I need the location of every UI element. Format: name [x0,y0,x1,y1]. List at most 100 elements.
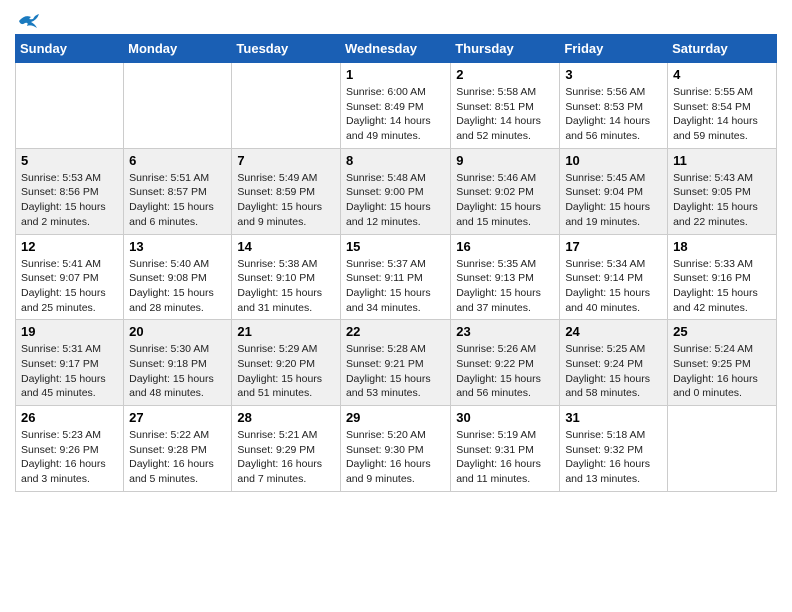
calendar-cell: 24 Sunrise: 5:25 AM Sunset: 9:24 PM Dayli… [560,320,668,406]
day-info: Sunrise: 6:00 AM Sunset: 8:49 PM Dayligh… [346,85,445,144]
calendar-cell: 9 Sunrise: 5:46 AM Sunset: 9:02 PM Daylig… [451,148,560,234]
calendar-cell: 10Sunrise: 5:45 AM Sunset: 9:04 PM Dayli… [560,148,668,234]
day-info: Sunrise: 5:33 AM Sunset: 9:16 PM Dayligh… [673,257,771,316]
day-header-sunday: Sunday [16,35,124,63]
calendar-week-row: 19 Sunrise: 5:31 AM Sunset: 9:17 PM Dayli… [16,320,777,406]
day-info: Sunrise: 5:51 AM Sunset: 8:57 PM Dayligh… [129,171,226,230]
day-number: 1 [346,67,445,82]
day-number: 26 [21,410,118,425]
day-number: 25 [673,324,771,339]
day-number: 14 [237,239,335,254]
calendar-cell: 5 Sunrise: 5:53 AM Sunset: 8:56 PM Daylig… [16,148,124,234]
calendar-cell [668,406,777,492]
day-info: Sunrise: 5:35 AM Sunset: 9:13 PM Dayligh… [456,257,554,316]
day-info: Sunrise: 5:25 AM Sunset: 9:24 PM Dayligh… [565,342,662,401]
day-info: Sunrise: 5:18 AM Sunset: 9:32 PM Dayligh… [565,428,662,487]
calendar-cell: 29 Sunrise: 5:20 AM Sunset: 9:30 PM Dayli… [340,406,450,492]
calendar-cell: 22Sunrise: 5:28 AM Sunset: 9:21 PM Dayli… [340,320,450,406]
day-number: 11 [673,153,771,168]
day-number: 30 [456,410,554,425]
day-number: 20 [129,324,226,339]
calendar-cell [232,63,341,149]
day-info: Sunrise: 5:21 AM Sunset: 9:29 PM Dayligh… [237,428,335,487]
day-header-saturday: Saturday [668,35,777,63]
day-info: Sunrise: 5:41 AM Sunset: 9:07 PM Dayligh… [21,257,118,316]
day-info: Sunrise: 5:43 AM Sunset: 9:05 PM Dayligh… [673,171,771,230]
calendar-cell: 16 Sunrise: 5:35 AM Sunset: 9:13 PM Dayli… [451,234,560,320]
day-info: Sunrise: 5:30 AM Sunset: 9:18 PM Dayligh… [129,342,226,401]
day-info: Sunrise: 5:58 AM Sunset: 8:51 PM Dayligh… [456,85,554,144]
day-info: Sunrise: 5:37 AM Sunset: 9:11 PM Dayligh… [346,257,445,316]
day-number: 3 [565,67,662,82]
day-info: Sunrise: 5:34 AM Sunset: 9:14 PM Dayligh… [565,257,662,316]
day-info: Sunrise: 5:22 AM Sunset: 9:28 PM Dayligh… [129,428,226,487]
calendar-header-row: SundayMondayTuesdayWednesdayThursdayFrid… [16,35,777,63]
calendar-cell: 8 Sunrise: 5:48 AM Sunset: 9:00 PM Daylig… [340,148,450,234]
calendar-week-row: 5 Sunrise: 5:53 AM Sunset: 8:56 PM Daylig… [16,148,777,234]
logo [15,10,39,26]
calendar-cell: 3 Sunrise: 5:56 AM Sunset: 8:53 PM Daylig… [560,63,668,149]
calendar-cell [124,63,232,149]
calendar-cell: 27 Sunrise: 5:22 AM Sunset: 9:28 PM Dayli… [124,406,232,492]
calendar-cell: 25 Sunrise: 5:24 AM Sunset: 9:25 PM Dayli… [668,320,777,406]
day-header-tuesday: Tuesday [232,35,341,63]
day-number: 21 [237,324,335,339]
day-number: 23 [456,324,554,339]
calendar-cell: 13Sunrise: 5:40 AM Sunset: 9:08 PM Dayli… [124,234,232,320]
day-number: 7 [237,153,335,168]
day-info: Sunrise: 5:23 AM Sunset: 9:26 PM Dayligh… [21,428,118,487]
day-info: Sunrise: 5:31 AM Sunset: 9:17 PM Dayligh… [21,342,118,401]
calendar-cell: 4Sunrise: 5:55 AM Sunset: 8:54 PM Daylig… [668,63,777,149]
calendar-cell: 14 Sunrise: 5:38 AM Sunset: 9:10 PM Dayli… [232,234,341,320]
day-info: Sunrise: 5:24 AM Sunset: 9:25 PM Dayligh… [673,342,771,401]
calendar-table: SundayMondayTuesdayWednesdayThursdayFrid… [15,34,777,492]
calendar-cell: 7 Sunrise: 5:49 AM Sunset: 8:59 PM Daylig… [232,148,341,234]
calendar-cell: 31Sunrise: 5:18 AM Sunset: 9:32 PM Dayli… [560,406,668,492]
calendar-cell: 20 Sunrise: 5:30 AM Sunset: 9:18 PM Dayli… [124,320,232,406]
calendar-cell: 18 Sunrise: 5:33 AM Sunset: 9:16 PM Dayli… [668,234,777,320]
calendar-cell: 28 Sunrise: 5:21 AM Sunset: 9:29 PM Dayli… [232,406,341,492]
calendar-cell: 17 Sunrise: 5:34 AM Sunset: 9:14 PM Dayli… [560,234,668,320]
day-number: 29 [346,410,445,425]
day-number: 28 [237,410,335,425]
day-info: Sunrise: 5:29 AM Sunset: 9:20 PM Dayligh… [237,342,335,401]
calendar-week-row: 12 Sunrise: 5:41 AM Sunset: 9:07 PM Dayli… [16,234,777,320]
day-info: Sunrise: 5:38 AM Sunset: 9:10 PM Dayligh… [237,257,335,316]
calendar-cell: 21 Sunrise: 5:29 AM Sunset: 9:20 PM Dayli… [232,320,341,406]
calendar-week-row: 1 Sunrise: 6:00 AM Sunset: 8:49 PM Daylig… [16,63,777,149]
calendar-cell [16,63,124,149]
calendar-cell: 23 Sunrise: 5:26 AM Sunset: 9:22 PM Dayli… [451,320,560,406]
day-number: 6 [129,153,226,168]
day-info: Sunrise: 5:20 AM Sunset: 9:30 PM Dayligh… [346,428,445,487]
day-number: 17 [565,239,662,254]
day-number: 24 [565,324,662,339]
day-number: 12 [21,239,118,254]
day-info: Sunrise: 5:53 AM Sunset: 8:56 PM Dayligh… [21,171,118,230]
day-info: Sunrise: 5:26 AM Sunset: 9:22 PM Dayligh… [456,342,554,401]
day-number: 13 [129,239,226,254]
day-number: 18 [673,239,771,254]
day-info: Sunrise: 5:28 AM Sunset: 9:21 PM Dayligh… [346,342,445,401]
calendar-cell: 2Sunrise: 5:58 AM Sunset: 8:51 PM Daylig… [451,63,560,149]
day-number: 9 [456,153,554,168]
calendar-cell: 12 Sunrise: 5:41 AM Sunset: 9:07 PM Dayli… [16,234,124,320]
day-number: 5 [21,153,118,168]
calendar-week-row: 26 Sunrise: 5:23 AM Sunset: 9:26 PM Dayli… [16,406,777,492]
day-number: 15 [346,239,445,254]
day-info: Sunrise: 5:56 AM Sunset: 8:53 PM Dayligh… [565,85,662,144]
day-number: 19 [21,324,118,339]
calendar-cell: 26 Sunrise: 5:23 AM Sunset: 9:26 PM Dayli… [16,406,124,492]
calendar-cell: 11 Sunrise: 5:43 AM Sunset: 9:05 PM Dayli… [668,148,777,234]
day-info: Sunrise: 5:49 AM Sunset: 8:59 PM Dayligh… [237,171,335,230]
logo-bird-icon [17,12,39,30]
day-header-wednesday: Wednesday [340,35,450,63]
day-number: 8 [346,153,445,168]
day-info: Sunrise: 5:46 AM Sunset: 9:02 PM Dayligh… [456,171,554,230]
calendar-cell: 1 Sunrise: 6:00 AM Sunset: 8:49 PM Daylig… [340,63,450,149]
day-number: 4 [673,67,771,82]
day-number: 27 [129,410,226,425]
day-number: 16 [456,239,554,254]
day-info: Sunrise: 5:45 AM Sunset: 9:04 PM Dayligh… [565,171,662,230]
day-info: Sunrise: 5:48 AM Sunset: 9:00 PM Dayligh… [346,171,445,230]
calendar-cell: 30Sunrise: 5:19 AM Sunset: 9:31 PM Dayli… [451,406,560,492]
